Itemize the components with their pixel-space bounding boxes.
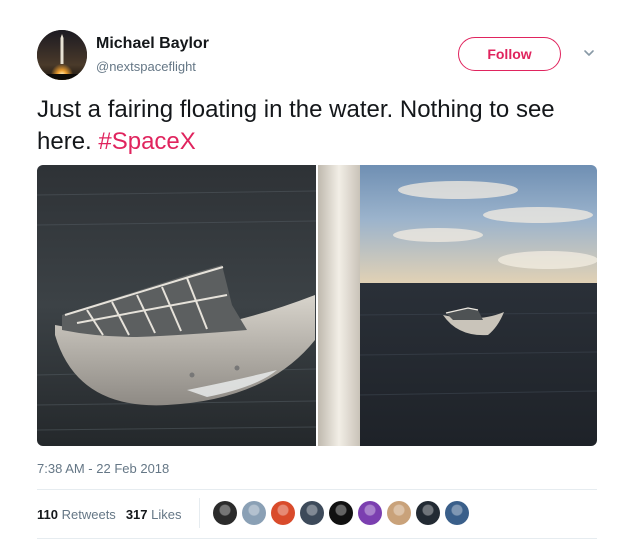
likes-stat[interactable]: 317 Likes — [126, 507, 182, 522]
liker-avatar-4[interactable] — [300, 501, 324, 525]
liker-avatar-9[interactable] — [445, 501, 469, 525]
author-display-name[interactable]: Michael Baylor — [96, 35, 209, 53]
tweet-text: Just a fairing floating in the water. No… — [37, 94, 607, 158]
media-photo-fairing-distance[interactable] — [318, 165, 597, 446]
liker-avatar-6[interactable] — [358, 501, 382, 525]
hashtag-link[interactable]: #SpaceX — [98, 128, 195, 155]
liker-avatar-5[interactable] — [329, 501, 353, 525]
likes-label: Likes — [151, 507, 182, 522]
divider — [37, 489, 597, 490]
liker-avatars — [213, 501, 469, 525]
follow-button[interactable]: Follow — [458, 37, 561, 71]
likes-count: 317 — [125, 507, 148, 522]
liker-avatar-3[interactable] — [271, 501, 295, 525]
chevron-down-icon[interactable] — [582, 46, 596, 60]
liker-avatar-1[interactable] — [213, 501, 237, 525]
retweets-label: Retweets — [61, 507, 116, 522]
liker-avatar-7[interactable] — [387, 501, 411, 525]
rocket-launch-icon — [37, 30, 87, 80]
media-grid — [37, 165, 597, 446]
media-photo-fairing-closeup[interactable] — [37, 165, 316, 446]
author-avatar[interactable] — [37, 30, 87, 80]
retweets-stat[interactable]: 110 Retweets — [37, 507, 116, 522]
stats-separator — [199, 498, 200, 528]
liker-avatar-2[interactable] — [242, 501, 266, 525]
tweet-timestamp[interactable]: 7:38 AM - 22 Feb 2018 — [37, 461, 169, 476]
tweet-card: Michael Baylor @nextspaceflight Follow J… — [0, 0, 630, 540]
retweets-count: 110 — [37, 507, 58, 522]
tweet-stats: 110 Retweets 317 Likes — [37, 507, 182, 522]
author-handle[interactable]: @nextspaceflight — [96, 59, 196, 74]
divider — [37, 538, 597, 539]
liker-avatar-8[interactable] — [416, 501, 440, 525]
